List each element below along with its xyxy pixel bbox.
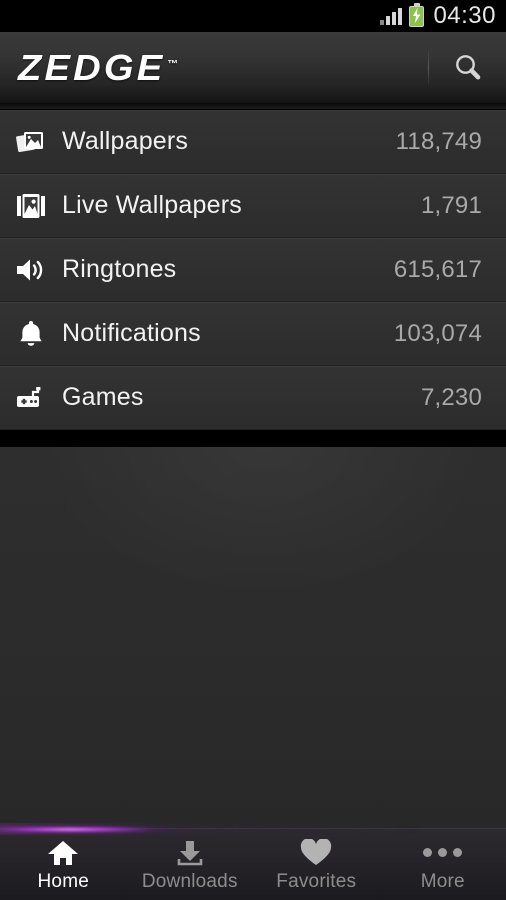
bolt-icon (413, 7, 421, 23)
tab-more[interactable]: More (380, 829, 506, 900)
games-icon (0, 384, 62, 412)
tab-more-label: More (420, 871, 465, 892)
tab-favorites[interactable]: Favorites (253, 829, 380, 900)
list-item-count: 103,074 (393, 319, 482, 347)
list-item-label: Games (62, 383, 144, 411)
list-item[interactable]: Ringtones 615,617 (0, 238, 506, 302)
list-item-count: 118,749 (395, 127, 482, 155)
list-item-label: Notifications (62, 319, 201, 347)
more-dots-icon (423, 837, 463, 867)
category-list: Wallpapers 118,749 Live Wallpapers 1,791 (0, 110, 506, 430)
search-button[interactable] (429, 32, 506, 103)
list-item[interactable]: Live Wallpapers 1,791 (0, 174, 506, 238)
zedge-logo: ZEDGE ™ (18, 46, 179, 88)
live-wallpapers-icon (0, 192, 62, 220)
download-icon (175, 837, 205, 867)
list-item[interactable]: Wallpapers 118,749 (0, 110, 506, 174)
list-item-label: Wallpapers (62, 127, 189, 155)
bottom-tab-bar: Home Downloads Favorites More (0, 824, 506, 900)
home-icon (47, 837, 79, 867)
wallpapers-icon (0, 128, 62, 156)
heart-icon (300, 837, 332, 867)
content-background (0, 447, 506, 832)
tab-downloads-label: Downloads (141, 871, 238, 892)
notifications-icon (0, 319, 62, 349)
list-item[interactable]: Notifications 103,074 (0, 302, 506, 366)
battery-charging-icon (409, 2, 425, 27)
zedge-logo-text: ZEDGE (18, 46, 166, 88)
list-item[interactable]: Games 7,230 (0, 366, 506, 430)
list-item-count: 1,791 (420, 191, 482, 219)
tab-favorites-label: Favorites (276, 871, 357, 892)
app-header: ZEDGE ™ (0, 32, 506, 109)
trademark-mark: ™ (167, 58, 179, 70)
list-item-count: 615,617 (393, 255, 482, 283)
tab-home-label: Home (37, 871, 89, 892)
signal-bars-icon (380, 7, 403, 25)
list-item-count: 7,230 (420, 383, 482, 411)
status-bar-clock: 04:30 (433, 2, 496, 29)
search-icon (455, 54, 480, 80)
list-item-label: Live Wallpapers (62, 191, 242, 219)
list-item-label: Ringtones (62, 255, 177, 283)
tab-downloads[interactable]: Downloads (127, 829, 254, 900)
status-bar: 04:30 (0, 0, 506, 32)
tab-home[interactable]: Home (0, 829, 127, 900)
ringtones-icon (0, 256, 62, 284)
app-root: 04:30 ZEDGE ™ Wallpapers 118,749 Live Wa… (0, 0, 506, 900)
